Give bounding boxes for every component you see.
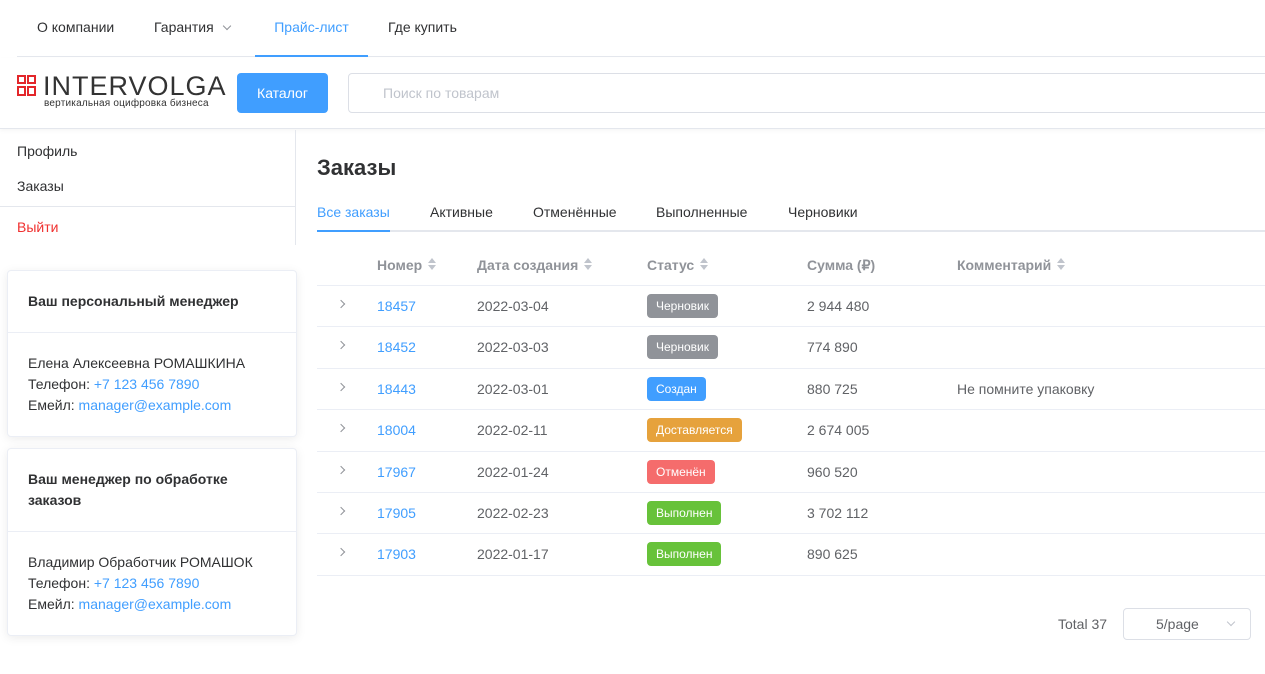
table-row[interactable]: 17905 2022-02-23 Выполнен 3 702 112: [317, 493, 1265, 535]
pagination-total: Total 37: [1058, 616, 1108, 632]
page-title: Заказы: [317, 155, 397, 180]
order-manager-card: Ваш менеджер по обработке заказов Владим…: [7, 448, 297, 636]
order-sum: 880 725: [807, 380, 858, 397]
status-badge: Черновик: [647, 294, 718, 318]
table-row[interactable]: 17903 2022-01-17 Выполнен 890 625: [317, 534, 1265, 576]
tab-drafts[interactable]: Черновики: [788, 196, 858, 232]
phone-link[interactable]: +7 123 456 7890: [94, 575, 200, 591]
table-body: 18457 2022-03-04 Черновик 2 944 480 18452 202…: [317, 286, 1265, 576]
status-badge: Отменён: [647, 459, 715, 484]
order-number-link[interactable]: 17967: [377, 464, 416, 480]
divider: [0, 206, 296, 207]
status-badge: Выполнен: [647, 542, 722, 567]
sort-icon[interactable]: [428, 258, 437, 270]
manager-email-row: Емейл: manager@example.com: [28, 596, 232, 612]
status-badge: Выполнен: [647, 500, 722, 525]
nav-item-about[interactable]: О компании: [37, 0, 114, 57]
expand-row-icon[interactable]: [336, 548, 346, 557]
manager-phone-row: Телефон: +7 123 456 7890: [28, 575, 200, 591]
order-date: 2022-03-03: [477, 339, 549, 356]
order-number-link[interactable]: 18457: [377, 298, 416, 314]
nav-item-warranty[interactable]: Гарантия: [154, 0, 231, 57]
table-header: Номер Дата создания Статус Сумма (₽) Ком…: [317, 244, 1265, 286]
email-link[interactable]: manager@example.com: [79, 397, 232, 413]
card-body: Елена Алексеевна РОМАШКИНА Телефон: +7 1…: [8, 333, 296, 436]
email-link[interactable]: manager@example.com: [79, 596, 232, 612]
order-sum: 2 674 005: [807, 422, 870, 439]
account-menu: Профиль Заказы Выйти: [0, 130, 296, 245]
order-date: 2022-01-17: [477, 546, 549, 563]
order-date: 2022-03-04: [477, 298, 549, 314]
chevron-down-icon: [1226, 617, 1236, 627]
manager-name: Владимир Обработчик РОМАШОК: [28, 554, 253, 570]
order-number-link[interactable]: 18004: [377, 422, 416, 438]
manager-phone-row: Телефон: +7 123 456 7890: [28, 376, 200, 392]
manager-email-row: Емейл: manager@example.com: [28, 397, 232, 413]
table-row[interactable]: 18443 2022-03-01 Создан 880 725 Не помните у…: [317, 369, 1265, 411]
active-tab-indicator: [317, 230, 390, 232]
personal-manager-card: Ваш персональный менеджер Елена Алексеев…: [7, 270, 297, 437]
phone-link[interactable]: +7 123 456 7890: [94, 376, 200, 392]
table-row[interactable]: 18004 2022-02-11 Доставляется 2 674 005: [317, 410, 1265, 452]
column-header-status[interactable]: Статус: [647, 257, 709, 273]
order-sum: 890 625: [807, 546, 858, 563]
order-number-link[interactable]: 17905: [377, 505, 416, 521]
order-sum: 3 702 112: [807, 504, 869, 521]
column-header-comment[interactable]: Комментарий: [957, 257, 1066, 273]
expand-row-icon[interactable]: [336, 465, 346, 474]
catalog-button[interactable]: Каталог: [237, 73, 328, 113]
table-row[interactable]: 17967 2022-01-24 Отменён 960 520: [317, 452, 1265, 493]
table-row[interactable]: 18457 2022-03-04 Черновик 2 944 480: [317, 286, 1265, 328]
sort-icon[interactable]: [700, 258, 709, 270]
card-body: Владимир Обработчик РОМАШОК Телефон: +7 …: [8, 532, 296, 635]
expand-row-icon[interactable]: [336, 341, 346, 350]
tab-completed[interactable]: Выполненные: [656, 196, 747, 232]
order-sum: 774 890: [807, 339, 858, 356]
order-sum: 960 520: [807, 463, 858, 480]
top-nav: О компании Гарантия Прайс-лист Где купит…: [17, 0, 1265, 57]
chevron-down-icon: [222, 21, 231, 31]
order-comment: Не помните упаковку: [957, 380, 1095, 397]
order-number-link[interactable]: 17903: [377, 546, 416, 562]
orders-table: Номер Дата создания Статус Сумма (₽) Ком…: [317, 244, 1265, 576]
logout-link[interactable]: Выйти: [17, 219, 58, 235]
order-number-link[interactable]: 18452: [377, 339, 416, 355]
expand-row-icon[interactable]: [336, 506, 346, 516]
column-header-number[interactable]: Номер: [377, 257, 437, 273]
manager-name: Елена Алексеевна РОМАШКИНА: [28, 355, 246, 371]
expand-row-icon[interactable]: [336, 423, 346, 433]
tab-all-orders[interactable]: Все заказы: [317, 196, 390, 232]
nav-item-where-to-buy[interactable]: Где купить: [388, 0, 457, 57]
order-date: 2022-02-23: [477, 504, 549, 521]
sidebar-item-profile[interactable]: Профиль: [17, 143, 77, 159]
column-header-sum: Сумма (₽): [807, 257, 876, 273]
logo-tagline: вертикальная оцифровка бизнеса: [44, 98, 209, 109]
order-tabs: Все заказы Активные Отменённые Выполненн…: [317, 196, 1265, 232]
nav-item-price-list[interactable]: Прайс-лист: [255, 0, 368, 57]
status-badge: Черновик: [647, 335, 718, 360]
sort-icon[interactable]: [1057, 258, 1066, 270]
page-size-select[interactable]: 5/page: [1123, 608, 1251, 640]
order-date: 2022-02-11: [477, 422, 548, 439]
order-number-link[interactable]: 18443: [377, 381, 416, 397]
search-input[interactable]: [348, 73, 1265, 113]
site-header: INTERVOLGA вертикальная оцифровка бизнес…: [0, 58, 1265, 129]
card-title: Ваш персональный менеджер: [8, 271, 296, 333]
table-row[interactable]: 18452 2022-03-03 Черновик 774 890: [317, 327, 1265, 369]
order-date: 2022-03-01: [477, 380, 549, 397]
tab-active[interactable]: Активные: [430, 196, 493, 232]
order-sum: 2 944 480: [807, 298, 870, 314]
order-date: 2022-01-24: [477, 463, 549, 480]
column-header-date[interactable]: Дата создания: [477, 257, 593, 273]
status-badge: Создан: [647, 376, 706, 401]
status-badge: Доставляется: [647, 418, 742, 443]
expand-row-icon[interactable]: [336, 299, 346, 309]
sidebar-item-orders[interactable]: Заказы: [17, 178, 64, 194]
expand-row-icon[interactable]: [336, 382, 346, 392]
sort-icon[interactable]: [584, 258, 593, 270]
tab-cancelled[interactable]: Отменённые: [533, 196, 617, 232]
logo-mark-icon: [17, 75, 36, 96]
card-title: Ваш менеджер по обработке заказов: [8, 449, 296, 532]
